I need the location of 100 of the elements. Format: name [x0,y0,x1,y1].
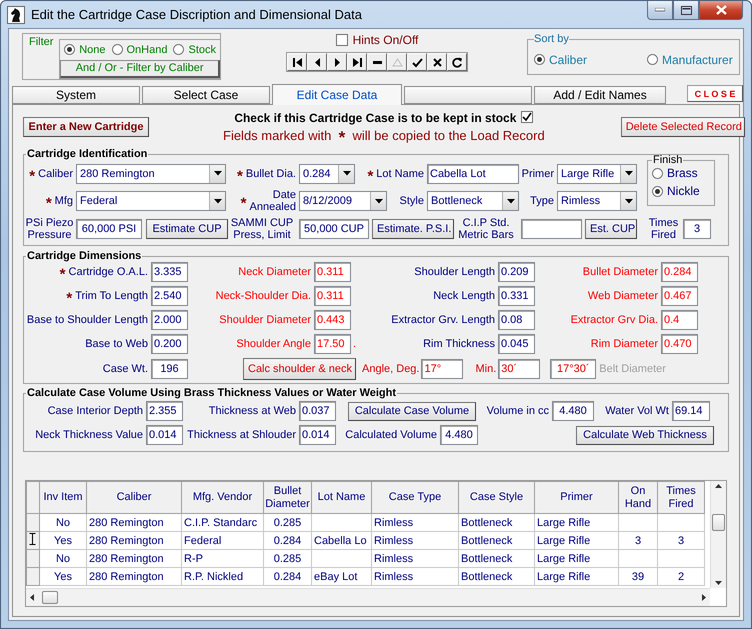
minimize-button[interactable] [647,1,673,20]
dropdown-field[interactable]: 8/12/2009 [299,191,387,211]
input-field[interactable]: 3 [683,219,711,239]
field-label: Case Interior Depth [48,405,143,417]
check-icon [412,56,422,68]
delete-record-button[interactable]: Delete Selected Record [620,116,745,136]
caret-down-icon [214,198,222,204]
table-cell: Federal [182,532,264,550]
tab[interactable] [404,86,532,104]
column-header[interactable]: On Hand [618,482,658,514]
filter-button[interactable]: And / Or - Filter by Caliber [60,60,220,78]
input-field[interactable]: 2.355 [146,401,183,421]
input-field[interactable]: 0.014 [299,425,336,445]
input-field[interactable]: 69.14 [672,401,710,421]
checkbox[interactable]: Check if this Cartridge Case is to be kept in stock [234,110,534,124]
navigator-button[interactable] [427,53,447,71]
new-cartridge-button[interactable]: Enter a New Cartridge [23,116,149,136]
estimate-button[interactable]: Estimate. P.S.I. [372,219,454,239]
input-field[interactable]: 4.480 [440,425,478,445]
input-field[interactable] [521,219,582,239]
dropdown-field[interactable]: 280 Remington [76,164,226,184]
input-field[interactable]: 0.4 [661,310,698,330]
checkbox[interactable]: Hints On/Off [336,33,418,47]
input-field[interactable]: 0.467 [661,286,698,306]
scrollbar-thumb[interactable] [712,514,725,531]
field-label: Style [400,195,424,207]
horizontal-scrollbar[interactable] [26,588,710,606]
tab[interactable]: System [12,86,140,104]
field-label: Thickness at Web [208,405,296,417]
input-field[interactable]: 0.037 [299,401,336,421]
navigator-button[interactable] [367,53,387,71]
caret-down-icon [624,198,632,204]
input-field[interactable]: 0.311 [314,262,351,282]
navigator-button[interactable] [347,53,367,71]
estimate-button[interactable]: Estimate CUP [146,219,228,239]
input-field[interactable]: 60,000 PSI [76,219,142,239]
input-field[interactable]: 4.480 [552,401,594,421]
column-header[interactable]: Caliber [86,482,182,514]
radio-button[interactable]: Brass [652,166,714,180]
vertical-scrollbar[interactable] [710,481,726,588]
input-field[interactable]: 0.443 [314,310,351,330]
input-field[interactable]: 0.200 [151,334,188,354]
navigator-button[interactable] [407,53,427,71]
column-header[interactable]: Inv Item [40,482,86,514]
close-form-button[interactable]: C L O S E [687,85,743,102]
input-field[interactable]: 0.08 [498,310,535,330]
radio-button[interactable]: Nickle [652,184,714,198]
radio-button[interactable]: Manufacturer [647,52,733,66]
column-header[interactable]: Case Style [458,482,534,514]
navigator-button[interactable] [307,53,327,71]
field-label: Base to Web [85,338,148,350]
input-field[interactable]: 0.014 [146,425,183,445]
scrollbar-thumb[interactable] [42,591,58,604]
input-field[interactable]: 2.000 [151,310,188,330]
input-field[interactable]: 17°30´ [550,359,596,379]
column-header[interactable]: Lot Name [312,482,372,514]
input-field[interactable]: 0.284 [661,262,698,282]
input-field[interactable]: 2.540 [151,286,188,306]
dropdown-field[interactable]: Federal [76,191,226,211]
estimate-button[interactable]: Est. CUP [585,219,637,239]
table-cell: 39 [618,568,658,586]
calculate-web-button[interactable]: Calculate Web Thickness [576,426,714,444]
navigator-button[interactable] [287,53,307,71]
tab[interactable]: Edit Case Data [272,84,402,105]
maximize-button[interactable] [673,1,699,20]
radio-button[interactable]: Caliber [534,52,588,66]
dropdown-field[interactable]: Bottleneck [427,191,519,211]
input-field[interactable]: Cabella Lot [427,164,519,184]
input-field[interactable]: 0.470 [661,334,698,354]
input-field[interactable]: 17° [421,359,464,379]
column-header[interactable]: Bullet Diameter [264,482,312,514]
tab[interactable]: Add / Edit Names [534,86,666,104]
field-label: Times Fired [648,217,678,241]
column-header[interactable]: Case Type [372,482,458,514]
input-field[interactable]: 0.331 [498,286,535,306]
input-field[interactable]: 30´ [498,359,540,379]
dropdown-field[interactable]: Rimless [557,191,637,211]
column-header[interactable]: Primer [534,482,618,514]
input-field[interactable]: 196 [151,359,188,379]
navigator-button[interactable] [327,53,347,71]
radio-button[interactable]: None [64,44,106,56]
table-cell: R-P [182,550,264,568]
calculate-volume-button[interactable]: Calculate Case Volume [348,402,476,420]
input-field[interactable]: 0.209 [498,262,535,282]
calc-button[interactable]: Calc shoulder & neck [243,358,356,380]
input-field[interactable]: 50,000 CUP [299,219,369,239]
column-header[interactable]: Mfg. Vendor [182,482,264,514]
column-header[interactable]: Times Fired [658,482,704,514]
input-field[interactable]: 0.045 [498,334,535,354]
close-button[interactable] [699,1,743,20]
input-field[interactable]: 17.50 [314,334,351,354]
navigator-button[interactable] [447,53,467,71]
input-field[interactable]: 3.335 [151,262,188,282]
radio-button[interactable]: Stock [173,44,216,56]
input-field[interactable]: 0.311 [314,286,351,306]
dropdown-field[interactable]: Large Rifle [557,164,637,184]
table-cell: 0.285 [264,514,312,532]
tab[interactable]: Select Case [142,86,270,104]
radio-button[interactable]: OnHand [112,44,168,56]
dropdown-field[interactable]: 0.284 [299,164,355,184]
